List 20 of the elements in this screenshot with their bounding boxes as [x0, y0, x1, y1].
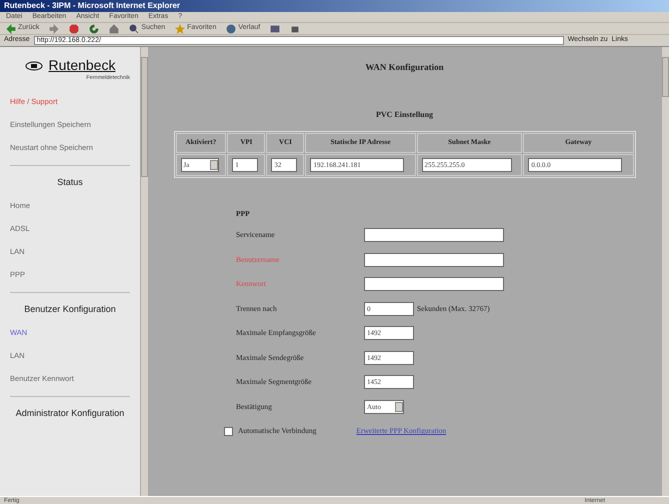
input-field[interactable]: [364, 277, 504, 291]
logo-icon: [24, 60, 43, 70]
refresh-icon[interactable]: [89, 24, 100, 34]
search-icon: [129, 24, 140, 34]
window-title: Rutenbeck - 3IPM - Microsoft Internet Explorer: [0, 0, 669, 12]
house-icon[interactable]: [109, 24, 120, 34]
back-arrow-icon: [6, 24, 16, 34]
logo-text: Rutenbeck: [48, 56, 116, 75]
section-title: PVC Einstellung: [374, 108, 434, 120]
input-field[interactable]: [364, 252, 504, 266]
checkbox[interactable]: [224, 426, 233, 436]
scrollbar[interactable]: [661, 47, 669, 496]
input-field[interactable]: [364, 228, 504, 242]
section-heading: Administrator Konfiguration: [14, 407, 126, 420]
scrollbar[interactable]: [140, 47, 148, 496]
section-heading: Benutzer Konfiguration: [23, 303, 117, 316]
section-heading: Status: [56, 176, 84, 190]
stop-icon[interactable]: [69, 24, 80, 34]
star-icon: [175, 24, 186, 34]
page-title: WAN Konfiguration: [364, 61, 445, 74]
